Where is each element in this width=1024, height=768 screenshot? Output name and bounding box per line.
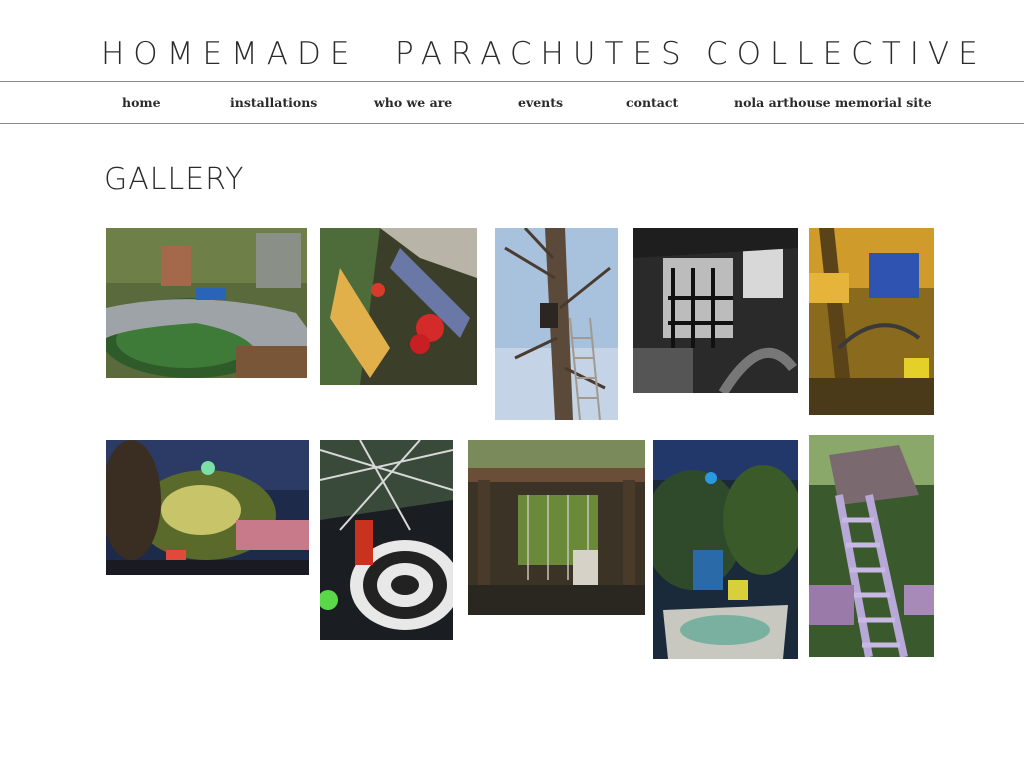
gallery-photo-checkered-floor[interactable] bbox=[320, 440, 453, 640]
site-title-word-2: PARACHUTES bbox=[395, 36, 690, 72]
nav-top-divider bbox=[0, 81, 1024, 82]
gallery-photo-overgrown-pavilion[interactable] bbox=[468, 440, 645, 615]
page-title: GALLERY bbox=[104, 162, 245, 197]
nav-link-events[interactable]: events bbox=[518, 94, 563, 112]
nav-link-contact[interactable]: contact bbox=[626, 94, 678, 112]
gallery-photo-yellow-treehouse[interactable] bbox=[809, 228, 934, 415]
gallery-photo-pond-garden[interactable] bbox=[106, 228, 307, 378]
nav-link-who-we-are[interactable]: who we are bbox=[374, 94, 452, 112]
gallery-photo-red-ornaments[interactable] bbox=[320, 228, 477, 385]
site-title: HOMEMADE PARACHUTES COLLECTIVE bbox=[0, 34, 1024, 74]
nav-link-installations[interactable]: installations bbox=[230, 94, 317, 112]
gallery-photo-night-pool[interactable] bbox=[653, 440, 798, 659]
nav-link-home[interactable]: home bbox=[122, 94, 161, 112]
site-title-word-1: HOMEMADE bbox=[101, 36, 359, 72]
gallery-photo-tree-ladder[interactable] bbox=[495, 228, 618, 420]
gallery-photo-purple-ladder[interactable] bbox=[809, 435, 934, 657]
gallery-photo-night-lights-garden[interactable] bbox=[106, 440, 309, 575]
nav-bottom-divider bbox=[0, 123, 1024, 124]
site-title-word-3: COLLECTIVE bbox=[706, 36, 987, 72]
nav-link-nola-arthouse-memorial[interactable]: nola arthouse memorial site bbox=[734, 94, 932, 112]
gallery-photo-spiral-stair-bw[interactable] bbox=[633, 228, 798, 393]
